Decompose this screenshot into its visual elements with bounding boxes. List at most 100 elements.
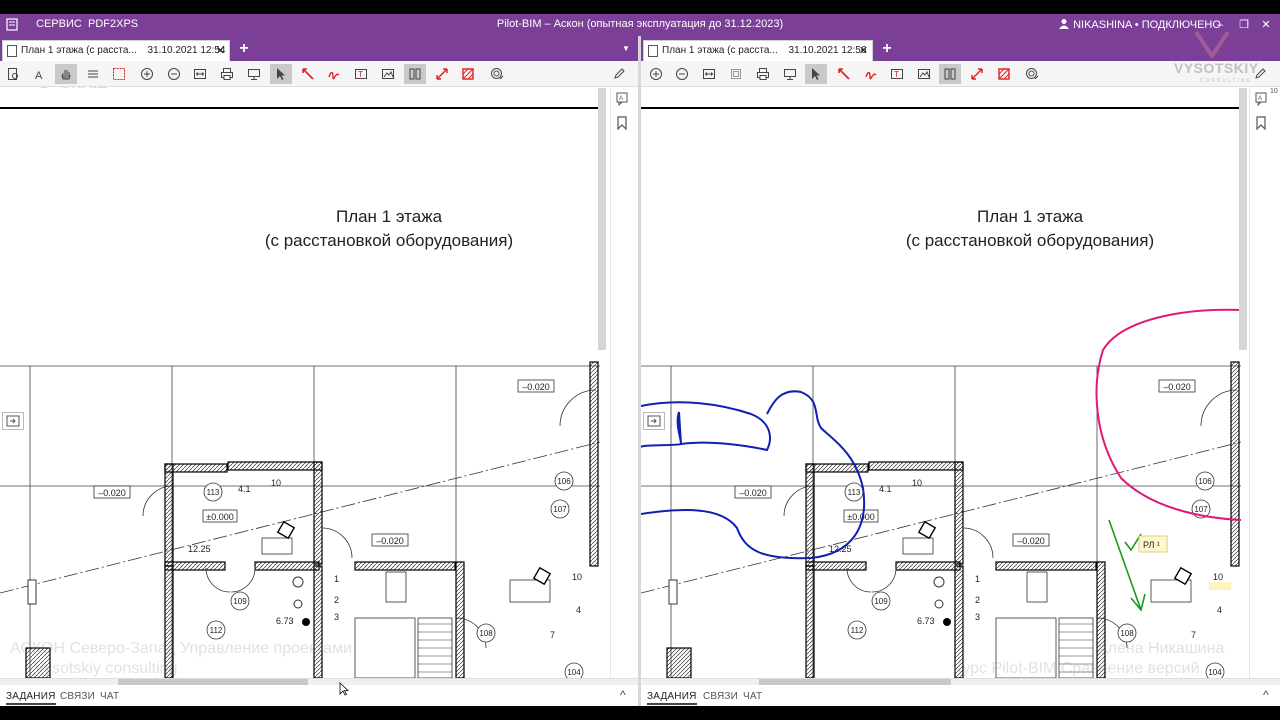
svg-text:A: A [619,96,623,102]
right-monitor-button[interactable] [779,64,801,84]
left-bottom-bar: ЗАДАНИЯ СВЯЗИ ЧАТ ^ [0,678,638,706]
right-fit-page-button[interactable] [725,64,747,84]
fit-page-icon [731,69,741,79]
left-tab-strip: План 1 этажа (с расста... 31.10.2021 12:… [0,36,638,61]
right-fit-width-button[interactable] [698,64,720,84]
right-stamp-button[interactable] [1021,64,1043,84]
left-floor-plan-drawing[interactable]: План 1 этажа (с расстановкой оборудования… [0,88,638,678]
left-tab-close-icon[interactable]: ✕ [216,44,225,57]
left-document-tab[interactable]: План 1 этажа (с расста... 31.10.2021 12:… [2,40,230,61]
equipment-label: 10 [1213,572,1223,582]
text-a-icon: A [35,70,43,81]
right-arrow-remark-button[interactable] [833,64,855,84]
left-resize-button[interactable] [431,64,453,84]
right-pointer-button[interactable] [805,64,827,84]
right-tab-chat[interactable]: ЧАТ [743,691,762,702]
room-number-label: 113 [207,488,220,497]
right-document-tab[interactable]: План 1 этажа (с расста... 31.10.2021 12:… [643,40,873,61]
left-tab-dropdown-icon[interactable]: ▼ [622,44,630,53]
left-stamp-button[interactable] [486,64,508,84]
left-search-doc-button[interactable] [2,64,24,84]
bookmark-panel-icon[interactable] [616,116,628,130]
wall [868,461,964,471]
left-hand-button[interactable] [55,64,77,84]
comment-panel-icon[interactable]: A [1255,92,1267,106]
right-vertical-scrollbar[interactable] [1239,88,1247,350]
fixture-sink [934,599,944,609]
right-bookmark-button[interactable] [939,64,961,84]
right-resize-button[interactable] [966,64,988,84]
hatch-icon [998,68,1010,80]
room-number-label: 108 [479,629,493,638]
left-hatch-button[interactable] [457,64,479,84]
right-tab-close-icon[interactable]: ✕ [859,44,868,57]
left-pen-button[interactable] [608,64,630,84]
left-freehand-remark-button[interactable] [323,64,345,84]
highlight-marker [1209,582,1231,590]
right-image-remark-button[interactable] [913,64,935,84]
left-tab-tasks[interactable]: ЗАДАНИЯ [6,691,56,705]
column-mark [668,579,678,605]
bookmark-icon [409,68,421,80]
left-arrow-remark-button[interactable] [297,64,319,84]
select-area-icon [113,68,125,80]
comment-panel-icon[interactable]: A [616,92,628,106]
right-tab-links[interactable]: СВЯЗИ [703,691,738,702]
svg-text:T: T [358,70,363,79]
left-text-a-button[interactable]: A [28,64,50,84]
right-panel-expand-button[interactable] [643,412,665,430]
left-add-tab-button[interactable]: + [234,41,254,59]
freehand-remark-icon [865,71,877,80]
left-text-remark-button[interactable]: T [350,64,372,84]
right-freehand-remark-button[interactable] [860,64,882,84]
left-bookmark-button[interactable] [404,64,426,84]
stamp-icon [491,68,504,80]
right-tab-tasks[interactable]: ЗАДАНИЯ [647,691,697,705]
expand-icon [647,415,661,427]
right-zoom-out-button[interactable] [671,64,693,84]
left-tab-links[interactable]: СВЯЗИ [60,691,95,702]
bookmark-panel-icon[interactable] [1255,116,1267,130]
right-horizontal-scrollbar[interactable] [641,679,1280,685]
document-icon [7,45,17,57]
left-fit-width-button[interactable] [189,64,211,84]
left-tab-chat[interactable]: ЧАТ [100,691,119,702]
wall [954,461,964,565]
right-print-button[interactable] [752,64,774,84]
right-zoom-in-button[interactable] [645,64,667,84]
right-drawing-canvas[interactable]: План 1 этажа (с расстановкой оборудования… [641,88,1241,678]
right-watermark-line1: Алена Никашина [1097,640,1225,657]
left-panel-expand-button[interactable] [2,412,24,430]
left-tab-date: 31.10.2021 12:54 [147,45,226,56]
monitor-icon [248,69,260,80]
left-monitor-button[interactable] [243,64,265,84]
left-print-button[interactable] [216,64,238,84]
equipment-label: 4 [576,605,581,615]
left-zoom-in-button[interactable] [136,64,158,84]
wall [805,565,815,678]
left-pointer-button[interactable] [270,64,292,84]
right-collapse-caret-icon[interactable]: ^ [1263,688,1269,702]
equipment-label: 7 [550,630,555,640]
letterbox-bottom [0,706,1280,720]
left-layers-button[interactable] [82,64,104,84]
left-vertical-scrollbar[interactable] [598,88,606,350]
left-collapse-caret-icon[interactable]: ^ [620,688,626,702]
left-horizontal-scrollbar[interactable] [0,679,638,685]
equipment-label: 3 [334,612,339,622]
room-number-label: 106 [557,477,571,486]
right-add-tab-button[interactable]: + [877,41,897,59]
right-text-remark-button[interactable]: T [886,64,908,84]
left-drawing-canvas[interactable]: План 1 этажа (с расстановкой оборудования… [0,88,638,678]
right-hatch-button[interactable] [993,64,1015,84]
wall [666,647,692,678]
right-floor-plan-drawing[interactable]: План 1 этажа (с расстановкой оборудования… [641,88,1241,678]
equipment-label: 10 [271,478,281,488]
equipment-label: 2 [975,595,980,605]
right-hscroll-thumb[interactable] [759,679,951,685]
left-image-remark-button[interactable] [377,64,399,84]
text-remark-icon: T [891,69,903,79]
left-hscroll-thumb[interactable] [118,679,308,685]
left-select-area-button[interactable] [108,64,130,84]
left-zoom-out-button[interactable] [163,64,185,84]
